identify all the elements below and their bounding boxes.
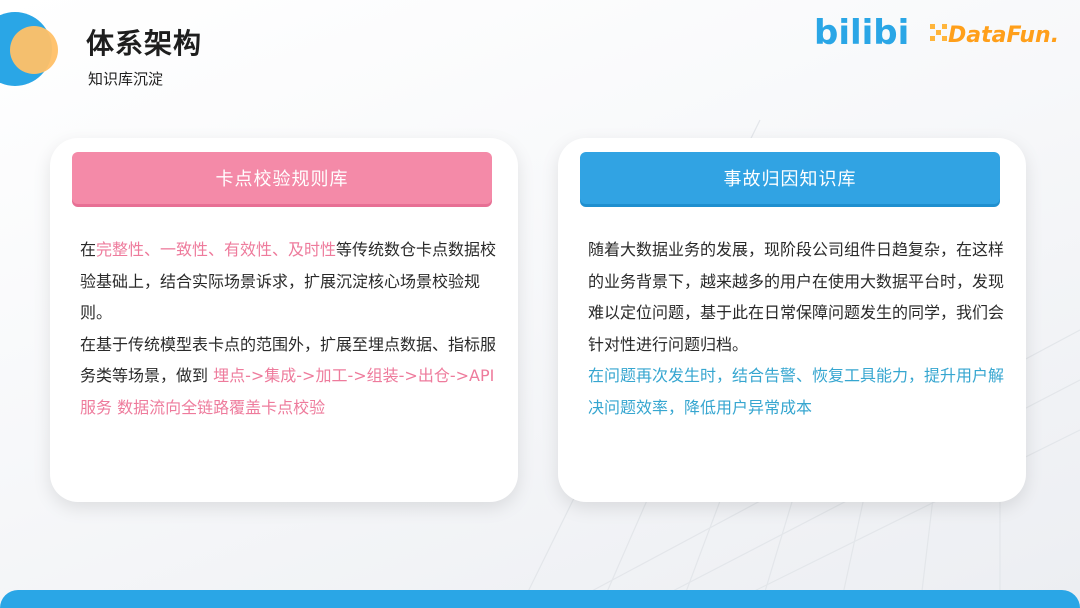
bottom-bar	[0, 590, 1080, 608]
text-segment: 在	[80, 240, 97, 259]
incident-library-paragraph-1: 随着大数据业务的发展，现阶段公司组件日趋复杂，在这样的业务背景下，越来越多的用户…	[588, 240, 1005, 354]
page-subtitle: 知识库沉淀	[88, 70, 164, 88]
decor-circle-orange	[10, 26, 58, 74]
rule-library-paragraph-2: 在基于传统模型表卡点的范围外，扩展至埋点数据、指标服务类等场景，做到 埋点->集…	[80, 329, 500, 424]
svg-text:bilibili: bilibili	[814, 13, 908, 52]
incident-library-card: 事故归因知识库 随着大数据业务的发展，现阶段公司组件日趋复杂，在这样的业务背景下…	[558, 138, 1026, 502]
page-title: 体系架构	[86, 27, 203, 60]
rule-library-paragraph-1: 在完整性、一致性、有效性、及时性等传统数仓卡点数据校验基础上，结合实际场景诉求，…	[80, 234, 500, 329]
svg-text:DataFun.: DataFun.	[948, 23, 1059, 48]
incident-library-paragraph-2: 在问题再次发生时，结合告警、恢复工具能力，提升用户解决问题效率，降低用户异常成本	[588, 366, 1005, 417]
incident-library-header: 事故归因知识库	[580, 152, 1000, 204]
rule-library-card: 卡点校验规则库 在完整性、一致性、有效性、及时性等传统数仓卡点数据校验基础上，结…	[50, 138, 518, 502]
bilibili-logo: bilibili	[814, 13, 908, 52]
rule-library-header: 卡点校验规则库	[72, 152, 492, 204]
highlight-quality-dimensions: 完整性、一致性、有效性、及时性	[96, 240, 337, 259]
datafun-logo: DataFun.	[930, 23, 1059, 48]
incident-library-text: 随着大数据业务的发展，现阶段公司组件日趋复杂，在这样的业务背景下，越来越多的用户…	[588, 234, 1008, 423]
rule-library-text: 在完整性、一致性、有效性、及时性等传统数仓卡点数据校验基础上，结合实际场景诉求，…	[80, 234, 500, 423]
